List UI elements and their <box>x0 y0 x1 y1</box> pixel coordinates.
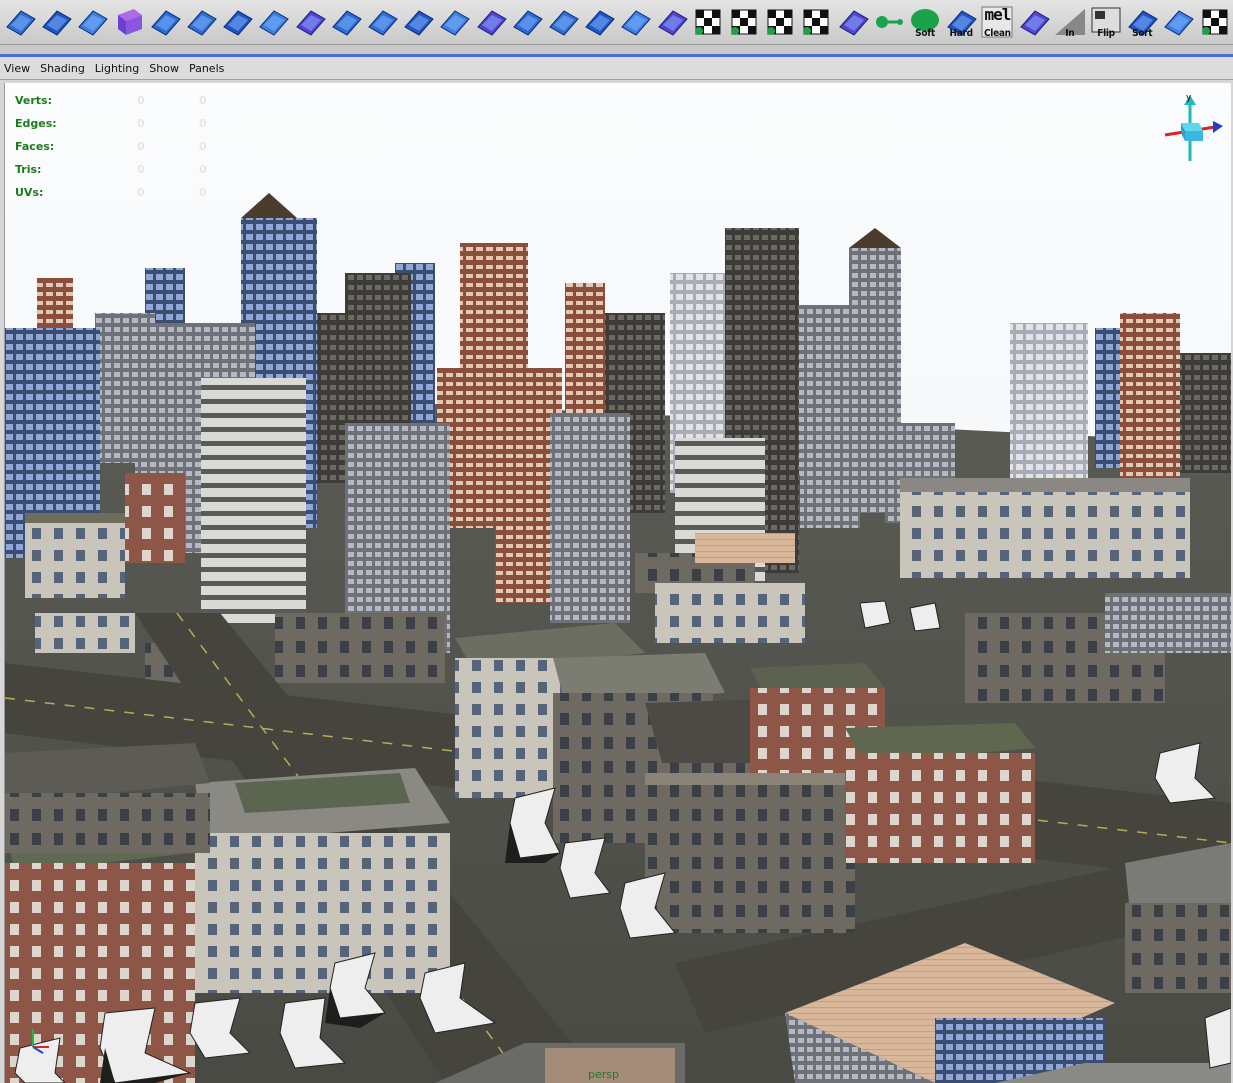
polygon-cylinder-icon-glyph <box>42 10 72 36</box>
smooth-in-label: In <box>1065 28 1075 39</box>
panel-menu-bar: View Shading Lighting Show Panels <box>0 57 1233 80</box>
polygon-plane-icon[interactable] <box>2 4 38 40</box>
polygon-sphere-icon-glyph <box>78 10 109 36</box>
camera-name-label: persp <box>588 1068 619 1081</box>
append-polygon-icon[interactable] <box>328 4 364 40</box>
polygon-cube-icon-glyph <box>117 9 142 35</box>
connect-icon[interactable] <box>871 4 907 40</box>
hud-row-edges: Edges: 0 0 <box>15 117 207 130</box>
merge-vertices-icon-glyph <box>259 10 290 36</box>
sort-icon[interactable]: Sort <box>1124 4 1160 40</box>
extrude-edge-icon-glyph <box>295 10 326 36</box>
polygon-sphere-icon[interactable] <box>74 4 110 40</box>
spherical-mapping-icon[interactable] <box>762 4 798 40</box>
model-panel: View Shading Lighting Show Panels Verts:… <box>0 54 1233 1083</box>
combine-icon[interactable] <box>617 4 653 40</box>
automatic-mapping-icon[interactable] <box>798 4 834 40</box>
cylindrical-mapping-icon-glyph <box>731 9 757 35</box>
checker-uv-icon-glyph <box>1201 9 1228 35</box>
combine-icon-glyph <box>621 10 652 36</box>
automatic-mapping-icon-glyph <box>803 9 829 35</box>
extrude-face-icon[interactable] <box>147 4 183 40</box>
hud-row-uvs: UVs: 0 0 <box>15 186 207 199</box>
split-polygon-icon-glyph <box>187 10 217 36</box>
extrude-edge-icon[interactable] <box>292 4 328 40</box>
menu-view[interactable]: View <box>4 62 30 75</box>
menu-lighting[interactable]: Lighting <box>95 62 139 75</box>
wedge-face-icon[interactable] <box>436 4 472 40</box>
smooth-in-icon[interactable]: In <box>1052 4 1088 40</box>
center-pivot-icon-glyph <box>657 10 688 36</box>
planar-mapping-icon[interactable] <box>690 4 726 40</box>
separate-icon-glyph <box>585 10 615 36</box>
duplicate-face-icon-glyph <box>513 10 543 36</box>
center-pivot-icon[interactable] <box>654 4 690 40</box>
hud-row-verts: Verts: 0 0 <box>15 94 207 107</box>
merge-vertices-icon[interactable] <box>255 4 291 40</box>
extract-icon[interactable] <box>545 4 581 40</box>
uv-texture-editor-icon-glyph <box>838 10 869 36</box>
uv-texture-editor-icon[interactable] <box>835 4 871 40</box>
flip-icon[interactable]: Flip <box>1088 4 1124 40</box>
triangulate-icon[interactable] <box>1160 4 1196 40</box>
polygon-plane-icon-glyph <box>6 10 36 36</box>
polygon-cube-icon[interactable] <box>111 4 147 40</box>
duplicate-face-icon[interactable] <box>509 4 545 40</box>
shelf-toolbar: Soft Hard mel Clean In Flip Sort <box>0 0 1233 45</box>
hard-edge-label: Hard <box>949 28 974 39</box>
append-polygon-icon-glyph <box>332 10 362 36</box>
mel-cleanup-top-label: mel <box>984 5 1011 24</box>
poly-count-hud: Verts: 0 0 Edges: 0 0 Faces: 0 0 Tris: 0 <box>15 89 229 204</box>
hud-row-faces: Faces: 0 0 <box>15 140 207 153</box>
hard-edge-icon[interactable]: Hard <box>943 4 979 40</box>
reverse-normals-icon-glyph <box>1019 10 1050 36</box>
cut-faces-icon[interactable] <box>364 4 400 40</box>
polygon-cylinder-icon[interactable] <box>38 4 74 40</box>
poke-face-icon-glyph <box>476 10 507 36</box>
subdivide-icon-glyph <box>404 10 434 36</box>
wedge-face-icon-glyph <box>440 10 471 36</box>
soft-edge-icon[interactable]: Soft <box>907 4 943 40</box>
view-cube-icon[interactable]: y <box>1155 91 1225 171</box>
subdivide-icon[interactable] <box>400 4 436 40</box>
extrude-face-icon-glyph <box>151 10 181 36</box>
sort-label: Sort <box>1132 28 1153 39</box>
extract-icon-glyph <box>549 10 579 36</box>
reverse-normals-icon[interactable] <box>1016 4 1052 40</box>
view-cube-y-label: y <box>1186 93 1192 103</box>
bevel-icon-glyph <box>223 10 253 36</box>
menu-show[interactable]: Show <box>149 62 179 75</box>
menu-shading[interactable]: Shading <box>40 62 85 75</box>
bevel-icon[interactable] <box>219 4 255 40</box>
flip-label: Flip <box>1097 28 1115 39</box>
spherical-mapping-icon-glyph <box>767 9 793 35</box>
soft-edge-label: Soft <box>915 28 935 39</box>
separate-icon[interactable] <box>581 4 617 40</box>
city-scene-render <box>5 83 1231 1083</box>
mel-cleanup-label: Clean <box>984 28 1011 39</box>
3d-viewport[interactable]: Verts: 0 0 Edges: 0 0 Faces: 0 0 Tris: 0 <box>4 83 1231 1083</box>
hud-row-tris: Tris: 0 0 <box>15 163 207 176</box>
split-polygon-icon[interactable] <box>183 4 219 40</box>
cut-faces-icon-glyph <box>368 10 398 36</box>
axis-gizmo-icon <box>32 1029 49 1054</box>
mel-cleanup-icon[interactable]: mel Clean <box>979 4 1015 40</box>
connect-icon-glyph <box>875 16 903 28</box>
planar-mapping-icon-glyph <box>694 9 721 35</box>
poke-face-icon[interactable] <box>473 4 509 40</box>
triangulate-icon-glyph <box>1164 10 1195 36</box>
cylindrical-mapping-icon[interactable] <box>726 4 762 40</box>
checker-uv-icon[interactable] <box>1197 4 1233 40</box>
menu-panels[interactable]: Panels <box>189 62 224 75</box>
